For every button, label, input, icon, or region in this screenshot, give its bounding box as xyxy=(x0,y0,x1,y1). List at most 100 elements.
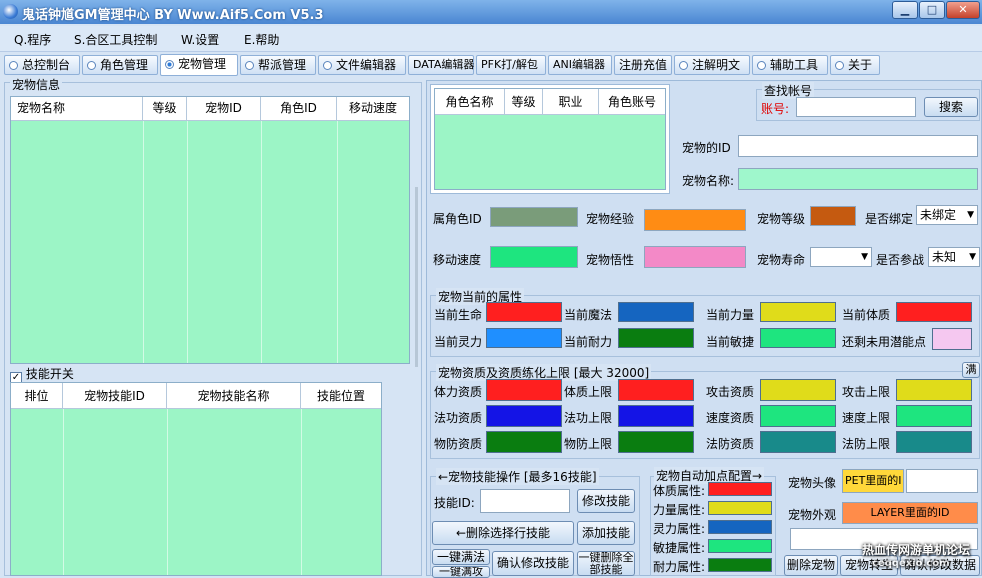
wisdom-input[interactable] xyxy=(644,246,746,268)
tab-pet[interactable]: 宠物管理 xyxy=(160,54,238,76)
auto-label: 体质属性: xyxy=(653,484,706,498)
account-input[interactable] xyxy=(796,97,916,117)
tab-pfk[interactable]: PFK打/解包 xyxy=(476,55,546,75)
skill-op-title: ←宠物技能操作 [最多16技能] xyxy=(436,468,599,485)
apt-magic-input[interactable] xyxy=(486,405,562,427)
apt-atk-max-input[interactable] xyxy=(896,379,972,401)
col-skill-pos[interactable]: 技能位置 xyxy=(301,383,381,408)
role-table[interactable]: 角色名称 等级 职业 角色账号 xyxy=(434,88,666,190)
menu-settings[interactable]: W.设置 xyxy=(181,31,219,48)
apt-pdef-input[interactable] xyxy=(486,431,562,453)
add-skill-button[interactable]: 添加技能 xyxy=(577,521,635,545)
maximize-button[interactable]: □ xyxy=(919,1,945,19)
col-pet-name[interactable]: 宠物名称 xyxy=(11,97,143,120)
one-key-full-attack-button[interactable]: 一键满攻 xyxy=(432,566,490,578)
tab-label: 角色管理 xyxy=(100,58,149,72)
apt-hp-input[interactable] xyxy=(486,379,562,401)
apt-mdef-max-input[interactable] xyxy=(896,431,972,453)
apt-label: 法防资质 xyxy=(706,437,755,451)
apt-label: 攻击上限 xyxy=(842,385,891,399)
modify-skill-button[interactable]: 修改技能 xyxy=(577,489,635,513)
col-move-speed[interactable]: 移动速度 xyxy=(337,97,409,120)
auto-end-input[interactable] xyxy=(708,558,772,572)
apt-speed-input[interactable] xyxy=(760,405,836,427)
tab-ani-editor[interactable]: ANI编辑器 xyxy=(548,55,612,75)
tab-tools[interactable]: 辅助工具 xyxy=(752,55,828,75)
skill-id-input[interactable] xyxy=(480,489,570,513)
col-role-id[interactable]: 角色ID xyxy=(261,97,337,120)
apt-speed-max-input[interactable] xyxy=(896,405,972,427)
tab-register[interactable]: 注册充值 xyxy=(614,55,672,75)
attr-points-input[interactable] xyxy=(932,328,972,350)
speed-input[interactable] xyxy=(490,246,578,268)
apt-mdef-input[interactable] xyxy=(760,431,836,453)
tab-data-editor[interactable]: DATA编辑器 xyxy=(408,55,474,75)
chevron-down-icon: ▼ xyxy=(969,252,976,262)
col-skill-id[interactable]: 宠物技能ID xyxy=(63,383,167,408)
attr-mp-input[interactable] xyxy=(618,302,694,322)
bound-select[interactable]: 未绑定 ▼ xyxy=(916,205,978,225)
auto-str-input[interactable] xyxy=(708,501,772,515)
menu-program[interactable]: Q.程序 xyxy=(14,31,51,48)
col-skill-name[interactable]: 宠物技能名称 xyxy=(167,383,301,408)
delete-selected-skill-button[interactable]: ←删除选择行技能 xyxy=(432,521,574,545)
auto-con-input[interactable] xyxy=(708,482,772,496)
close-button[interactable]: ✕ xyxy=(946,1,980,19)
search-button[interactable]: 搜索 xyxy=(924,97,978,117)
attr-str-input[interactable] xyxy=(760,302,836,322)
tab-file-editor[interactable]: 文件编辑器 xyxy=(318,55,406,75)
attr-end-input[interactable] xyxy=(618,328,694,348)
apt-hp-max-input[interactable] xyxy=(618,379,694,401)
pet-name-input[interactable] xyxy=(738,168,978,190)
pet-level-input[interactable] xyxy=(810,206,856,226)
col-rank[interactable]: 排位 xyxy=(11,383,63,408)
minimize-button[interactable]: ▁ xyxy=(892,1,918,19)
confirm-skill-button[interactable]: 确认修改技能 xyxy=(492,551,574,576)
tab-console[interactable]: 总控制台 xyxy=(4,55,80,75)
tab-role[interactable]: 角色管理 xyxy=(82,55,158,75)
apt-atk-input[interactable] xyxy=(760,379,836,401)
tab-label: 宠物管理 xyxy=(178,57,227,71)
col-job[interactable]: 职业 xyxy=(543,89,599,114)
avatar-input[interactable]: PET里面的I xyxy=(842,469,904,493)
outlook-input[interactable]: LAYER里面的ID xyxy=(842,502,978,524)
apt-magic-max-input[interactable] xyxy=(618,405,694,427)
auto-spirit-input[interactable] xyxy=(708,520,772,534)
scrollbar[interactable] xyxy=(415,187,418,367)
pet-id-input[interactable] xyxy=(738,135,978,157)
pet-id-label: 宠物的ID xyxy=(682,141,731,155)
delete-all-skills-button[interactable]: 一键删除全部技能 xyxy=(577,551,635,576)
max-aptitude-button[interactable]: 满 xyxy=(962,362,980,378)
owner-id-input[interactable] xyxy=(490,207,578,227)
avatar-extra-input[interactable] xyxy=(906,469,978,493)
menu-help[interactable]: E.帮助 xyxy=(244,31,279,48)
life-select[interactable]: ▼ xyxy=(810,247,872,267)
tab-about[interactable]: 关于 xyxy=(830,55,880,75)
attr-spirit-input[interactable] xyxy=(486,328,562,348)
tab-guild[interactable]: 帮派管理 xyxy=(240,55,316,75)
attr-label: 还剩未用潜能点 xyxy=(842,335,927,349)
radio-icon xyxy=(323,61,332,70)
battle-select[interactable]: 未知 ▼ xyxy=(928,247,980,267)
col-role-name[interactable]: 角色名称 xyxy=(435,89,505,114)
pet-table[interactable]: 宠物名称 等级 宠物ID 角色ID 移动速度 xyxy=(10,96,418,367)
attr-hp-input[interactable] xyxy=(486,302,562,322)
attr-agi-input[interactable] xyxy=(760,328,836,348)
col-level[interactable]: 等级 xyxy=(143,97,187,120)
speed-label: 移动速度 xyxy=(433,253,482,267)
pet-exp-input[interactable] xyxy=(644,209,746,231)
attr-con-input[interactable] xyxy=(896,302,972,322)
auto-agi-input[interactable] xyxy=(708,539,772,553)
one-key-full-magic-button[interactable]: 一键满法 xyxy=(432,549,490,565)
apt-pdef-max-input[interactable] xyxy=(618,431,694,453)
skill-table[interactable]: 排位 宠物技能ID 宠物技能名称 技能位置 xyxy=(10,382,382,576)
tab-label: 辅助工具 xyxy=(770,58,819,72)
col-account[interactable]: 角色账号 xyxy=(599,89,665,114)
menu-merge-tools[interactable]: S.合区工具控制 xyxy=(74,31,157,48)
col-pet-id[interactable]: 宠物ID xyxy=(187,97,261,120)
delete-pet-button[interactable]: 删除宠物 xyxy=(784,555,838,576)
tab-annotation[interactable]: 注解明文 xyxy=(674,55,750,75)
col-role-level[interactable]: 等级 xyxy=(505,89,543,114)
skill-id-label: 技能ID: xyxy=(434,496,475,510)
pet-table-header: 宠物名称 等级 宠物ID 角色ID 移动速度 xyxy=(11,97,409,121)
